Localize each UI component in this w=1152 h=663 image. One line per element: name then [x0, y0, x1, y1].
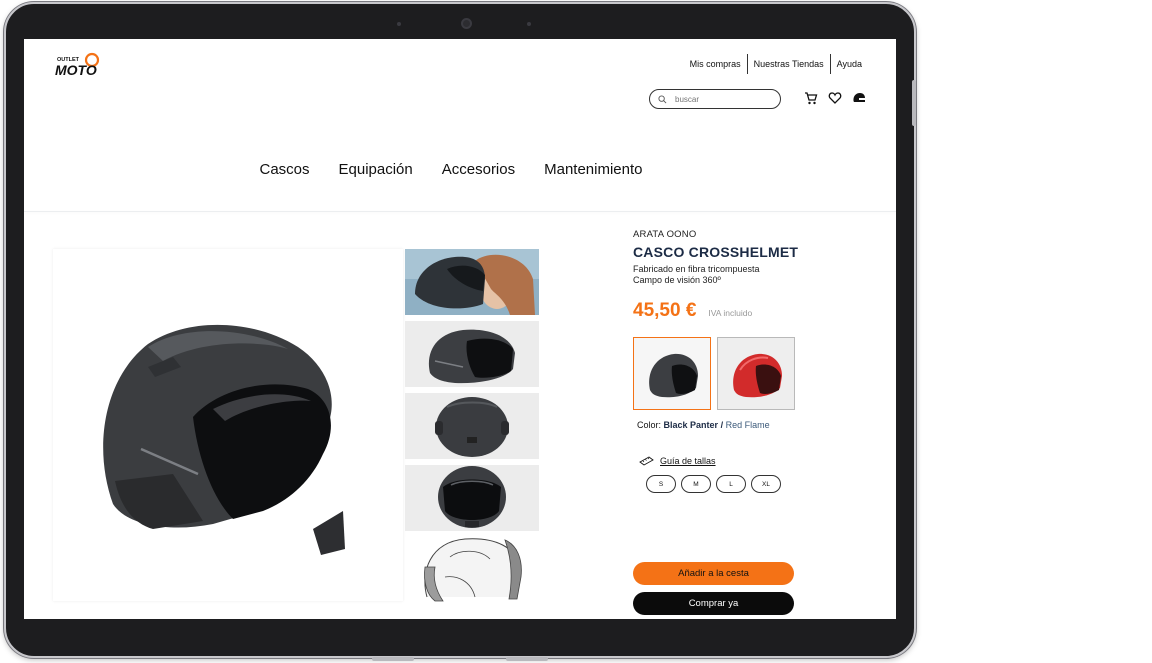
color-selected: Black Panter — [663, 420, 719, 430]
color-separator: / — [720, 420, 724, 430]
help-link[interactable]: Ayuda — [831, 59, 868, 69]
size-guide[interactable]: Guía de tallas — [639, 456, 873, 466]
size-guide-link[interactable]: Guía de tallas — [660, 456, 716, 466]
cart-icon[interactable] — [804, 90, 818, 106]
top-links: Mis compras Nuestras Tiendas Ayuda — [684, 54, 868, 74]
swatch-black[interactable] — [633, 337, 711, 410]
color-selection: Color: Black Panter / Red Flame — [637, 420, 873, 430]
add-to-cart-button[interactable]: Añadir a la cesta — [633, 562, 794, 585]
product-price: 45,50 € — [633, 300, 697, 321]
search-input[interactable] — [675, 94, 765, 104]
color-label: Color: — [637, 420, 662, 430]
front-camera — [461, 18, 472, 29]
heart-icon[interactable] — [828, 90, 842, 106]
nav-helmets[interactable]: Cascos — [259, 161, 309, 178]
size-s[interactable]: S — [646, 475, 676, 493]
product-brand: ARATA OONO — [633, 229, 697, 240]
color-option-red[interactable]: Red Flame — [726, 420, 770, 430]
size-m[interactable]: M — [681, 475, 711, 493]
helmet-account-icon[interactable] — [852, 90, 866, 106]
site-logo[interactable]: OUTLET MOTO — [54, 51, 104, 79]
product-info: ARATA OONO CASCO CROSSHELMET Fabricado e… — [633, 229, 873, 493]
product-description: Fabricado en fibra tricompuesta Campo de… — [633, 264, 873, 286]
power-button — [506, 657, 548, 661]
my-purchases-link[interactable]: Mis compras — [684, 59, 747, 69]
buy-now-button[interactable]: Comprar ya — [633, 592, 794, 615]
volume-button — [912, 80, 916, 126]
price-row: 45,50 € IVA incluido — [633, 300, 873, 322]
thumbnail-model[interactable] — [405, 249, 539, 315]
swatch-red[interactable] — [717, 337, 795, 410]
our-stores-link[interactable]: Nuestras Tiendas — [748, 59, 830, 69]
sensor-dot — [397, 22, 401, 26]
nav-gear[interactable]: Equipación — [339, 161, 413, 178]
main-product-image[interactable] — [53, 249, 403, 601]
web-page: OUTLET MOTO Mis compras Nuestras Tiendas… — [24, 39, 896, 619]
description-line: Campo de visión 360º — [633, 275, 721, 285]
thumbnail-side-view[interactable] — [405, 321, 539, 387]
svg-text:MOTO: MOTO — [55, 62, 97, 78]
thumbnail-list — [405, 249, 539, 609]
color-swatches — [633, 337, 873, 410]
sensor-dot — [527, 22, 531, 26]
thumbnail-line-drawing[interactable] — [405, 537, 539, 603]
thumbnail-front-view[interactable] — [405, 465, 539, 531]
header-icons — [804, 90, 866, 106]
power-button — [372, 657, 414, 661]
description-line: Fabricado en fibra tricompuesta — [633, 264, 760, 274]
product-name: CASCO CROSSHELMET — [633, 244, 799, 260]
size-l[interactable]: L — [716, 475, 746, 493]
size-options: S M L XL — [646, 475, 873, 493]
nav-divider — [24, 211, 896, 212]
thumbnail-back-view[interactable] — [405, 393, 539, 459]
main-nav: Cascos Equipación Accesorios Mantenimien… — [24, 161, 896, 178]
size-xl[interactable]: XL — [751, 475, 781, 493]
tax-note: IVA incluido — [708, 308, 753, 318]
nav-accessories[interactable]: Accesorios — [442, 161, 515, 178]
search-icon — [658, 94, 667, 103]
ruler-icon — [639, 456, 654, 466]
search-bar[interactable] — [649, 89, 781, 109]
nav-maintenance[interactable]: Mantenimiento — [544, 161, 642, 178]
